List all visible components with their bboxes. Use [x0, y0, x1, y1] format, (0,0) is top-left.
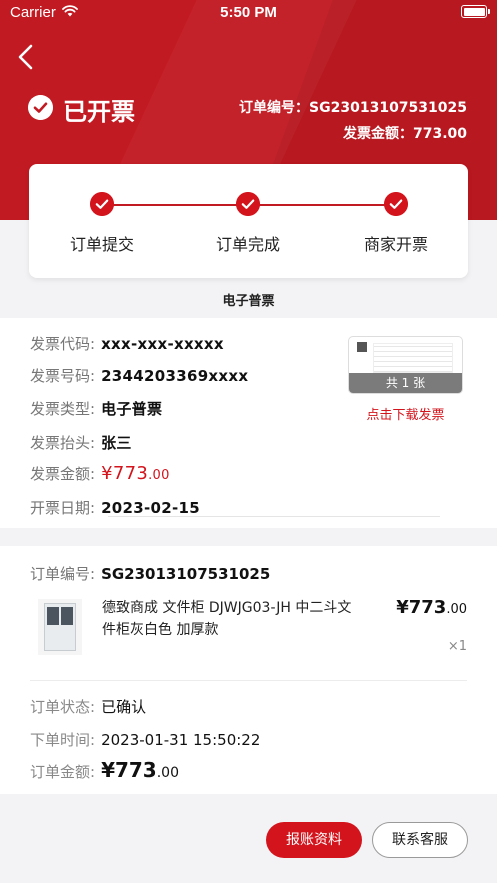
- invoice-title-value: 张三: [101, 434, 132, 452]
- order-amount-row: 订单金额: ¥773.00: [30, 758, 179, 782]
- step-label: 商家开票: [363, 235, 428, 254]
- header-order-number: 订单编号：SG23013107531025: [239, 97, 467, 117]
- qr-code-icon: [357, 342, 367, 352]
- order-number-value: SG23013107531025: [101, 565, 271, 583]
- invoice-count-overlay: 共 1 张: [349, 373, 462, 393]
- invoice-thumbnail[interactable]: 共 1 张: [348, 336, 463, 394]
- product-name[interactable]: 德致商成 文件柜 DJWJG03-JH 中二斗文件柜灰白色 加厚款: [102, 597, 352, 641]
- check-circle-icon: [28, 95, 53, 120]
- step-order-completed: 订单完成: [193, 192, 303, 255]
- invoice-date-value: 2023-02-15: [101, 499, 201, 517]
- status-bar: Carrier 5:50 PM: [0, 0, 497, 26]
- order-time-row: 下单时间: 2023-01-31 15:50:22: [30, 729, 260, 750]
- invoice-amount-label: 发票金额:: [30, 465, 96, 483]
- order-time-value: 2023-01-31 15:50:22: [101, 731, 261, 749]
- invoice-date-label: 开票日期:: [30, 499, 96, 517]
- order-number-value: SG23013107531025: [309, 100, 467, 116]
- order-number-label: 订单编号:: [30, 565, 96, 583]
- invoice-number-value: 2344203369xxxx: [101, 367, 249, 385]
- invoice-code-value: xxx-xxx-xxxxx: [101, 335, 224, 353]
- step-merchant-invoiced: 商家开票: [341, 192, 451, 255]
- clock: 5:50 PM: [220, 4, 277, 21]
- invoice-type-value: 电子普票: [101, 400, 163, 418]
- step-label: 订单提交: [69, 235, 134, 254]
- invoice-code-label: 发票代码:: [30, 335, 96, 353]
- battery-icon: [461, 5, 490, 18]
- product-price: ¥773.00: [396, 597, 467, 618]
- order-amount-value: ¥773.00: [101, 758, 179, 782]
- check-icon: [90, 192, 114, 216]
- invoice-number-row: 发票号码: 2344203369xxxx: [30, 365, 248, 386]
- check-icon: [384, 192, 408, 216]
- contact-service-button[interactable]: 联系客服: [372, 822, 468, 858]
- invoice-amount-value: ¥773.00: [101, 463, 170, 484]
- order-status-row: 订单状态: 已确认: [30, 696, 146, 717]
- invoice-code-row: 发票代码: xxx-xxx-xxxxx: [30, 333, 224, 354]
- order-number-label: 订单编号：: [239, 100, 310, 116]
- order-number-row: 订单编号: SG23013107531025: [30, 563, 270, 584]
- product-quantity: ×1: [447, 639, 467, 654]
- invoice-title-row: 发票抬头: 张三: [30, 432, 132, 453]
- invoice-amount-label: 发票金额：: [342, 126, 413, 142]
- header-invoice-amount: 发票金额：773.00: [343, 123, 467, 143]
- order-time-label: 下单时间:: [30, 731, 96, 749]
- order-status-label: 订单状态:: [30, 698, 96, 716]
- file-cabinet-icon: [44, 603, 76, 651]
- divider: [30, 680, 467, 681]
- invoice-type-row: 发票类型: 电子普票: [30, 398, 162, 419]
- order-status-value: 已确认: [101, 698, 147, 716]
- step-label: 订单完成: [215, 235, 280, 254]
- invoice-type-title: 电子普票: [222, 294, 275, 309]
- step-order-submitted: 订单提交: [47, 192, 157, 255]
- order-amount-label: 订单金额:: [30, 763, 96, 781]
- back-icon[interactable]: [12, 42, 42, 72]
- divider: [108, 516, 440, 517]
- check-icon: [236, 192, 260, 216]
- progress-card: 订单提交 订单完成 商家开票: [29, 164, 468, 278]
- download-invoice-link[interactable]: 点击下载发票: [348, 404, 463, 423]
- order-card: 订单编号: SG23013107531025 德致商成 文件柜 DJWJG03-J…: [0, 546, 497, 794]
- invoice-amount-value: 773.00: [412, 126, 467, 142]
- invoice-type-label: 发票类型:: [30, 400, 96, 418]
- invoice-amount-row: 发票金额: ¥773.00: [30, 463, 170, 484]
- invoice-number-label: 发票号码:: [30, 367, 96, 385]
- invoice-status-title: 已开票: [63, 98, 135, 126]
- reimbursement-docs-button[interactable]: 报账资料: [266, 822, 362, 858]
- invoice-preview-lines: [373, 343, 453, 373]
- product-image[interactable]: [38, 599, 82, 655]
- invoice-date-row: 开票日期: 2023-02-15: [30, 497, 200, 518]
- invoice-title-label: 发票抬头:: [30, 434, 96, 452]
